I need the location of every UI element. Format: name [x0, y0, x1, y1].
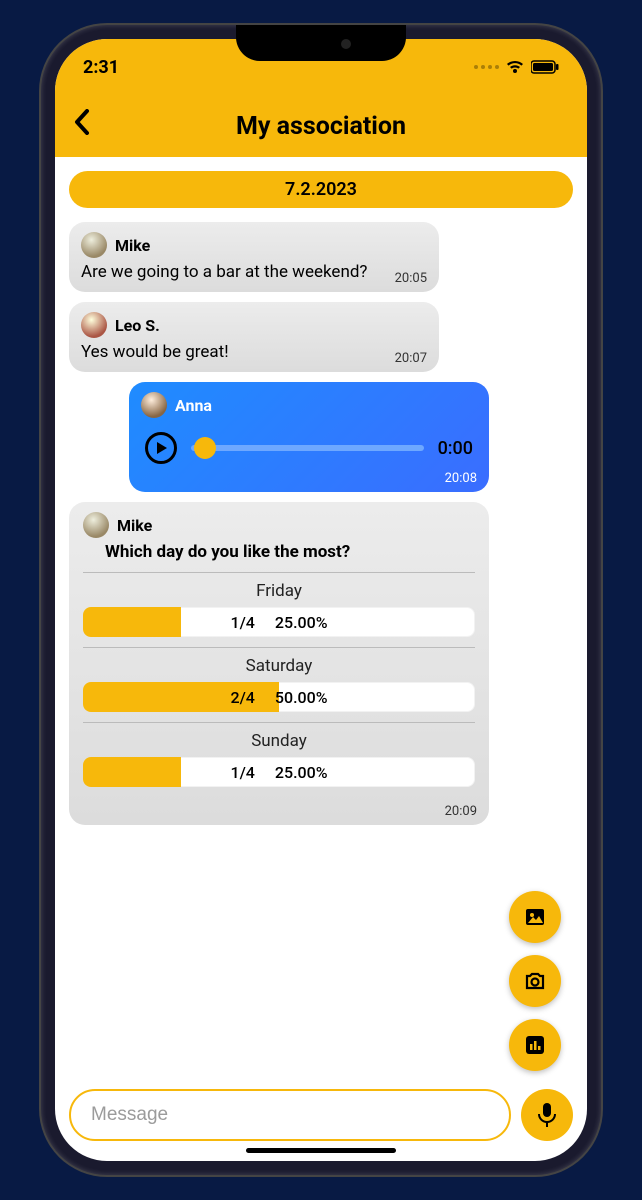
chat-header: My association [55, 95, 587, 157]
phone-frame: 2:31 My association 7.2.2023 [41, 25, 601, 1175]
camera-button[interactable] [509, 955, 561, 1007]
message-time: 20:08 [445, 471, 477, 486]
poll-option-label: Friday [83, 581, 475, 601]
poll-count: 1/4 [230, 613, 254, 632]
battery-icon [531, 60, 559, 74]
image-icon [523, 905, 547, 929]
message-time: 20:05 [395, 271, 427, 286]
audio-duration: 0:00 [438, 438, 473, 459]
chat-scroll[interactable]: 7.2.2023 Mike Are we going to a bar at t… [55, 157, 587, 1079]
poll-option-bar[interactable]: 2/4 50.00% [83, 682, 475, 712]
message-time: 20:09 [445, 804, 477, 819]
action-fab-stack [509, 891, 561, 1071]
sender-name: Leo S. [115, 316, 160, 335]
poll-percent: 25.00% [275, 613, 328, 632]
poll-percent: 50.00% [275, 688, 328, 707]
sender-name: Anna [175, 396, 212, 415]
sender-name: Mike [117, 516, 152, 535]
date-separator: 7.2.2023 [69, 171, 573, 208]
poll-option-bar[interactable]: 1/4 25.00% [83, 757, 475, 787]
phone-screen: 2:31 My association 7.2.2023 [55, 39, 587, 1161]
play-button[interactable] [145, 432, 177, 464]
poll-option-label: Sunday [83, 731, 475, 751]
poll-question: Which day do you like the most? [105, 542, 475, 562]
chevron-left-icon [73, 109, 91, 135]
poll-option-bar[interactable]: 1/4 25.00% [83, 607, 475, 637]
image-button[interactable] [509, 891, 561, 943]
status-time: 2:31 [83, 57, 119, 78]
message-time: 20:07 [395, 351, 427, 366]
avatar [81, 232, 107, 258]
divider [83, 722, 475, 723]
message-text: Are we going to a bar at the weekend? [81, 262, 427, 282]
avatar [141, 392, 167, 418]
audio-thumb[interactable] [194, 437, 216, 459]
back-button[interactable] [73, 109, 91, 143]
audio-slider[interactable] [191, 445, 424, 451]
camera-icon [523, 969, 547, 993]
avatar [83, 512, 109, 538]
message-bubble: Leo S. Yes would be great! 20:07 [69, 302, 439, 372]
audio-message-bubble: Anna 0:00 20:08 [129, 382, 489, 492]
divider [83, 572, 475, 573]
bar-chart-icon [524, 1034, 546, 1056]
poll-message-bubble: Mike Which day do you like the most? Fri… [69, 502, 489, 825]
mic-button[interactable] [521, 1089, 573, 1141]
wifi-icon [505, 59, 525, 75]
message-bubble: Mike Are we going to a bar at the weeken… [69, 222, 439, 292]
status-right [474, 59, 559, 75]
mic-icon [536, 1102, 558, 1128]
divider [83, 647, 475, 648]
home-indicator [246, 1148, 396, 1153]
chat-title: My association [236, 112, 406, 141]
message-input[interactable] [69, 1089, 511, 1141]
avatar [81, 312, 107, 338]
sender-name: Mike [115, 236, 150, 255]
cell-dots-icon [474, 65, 499, 69]
poll-percent: 25.00% [275, 763, 328, 782]
message-text: Yes would be great! [81, 342, 427, 362]
poll-option-label: Saturday [83, 656, 475, 676]
poll-count: 2/4 [230, 688, 254, 707]
poll-count: 1/4 [230, 763, 254, 782]
poll-button[interactable] [509, 1019, 561, 1071]
notch [236, 25, 406, 61]
